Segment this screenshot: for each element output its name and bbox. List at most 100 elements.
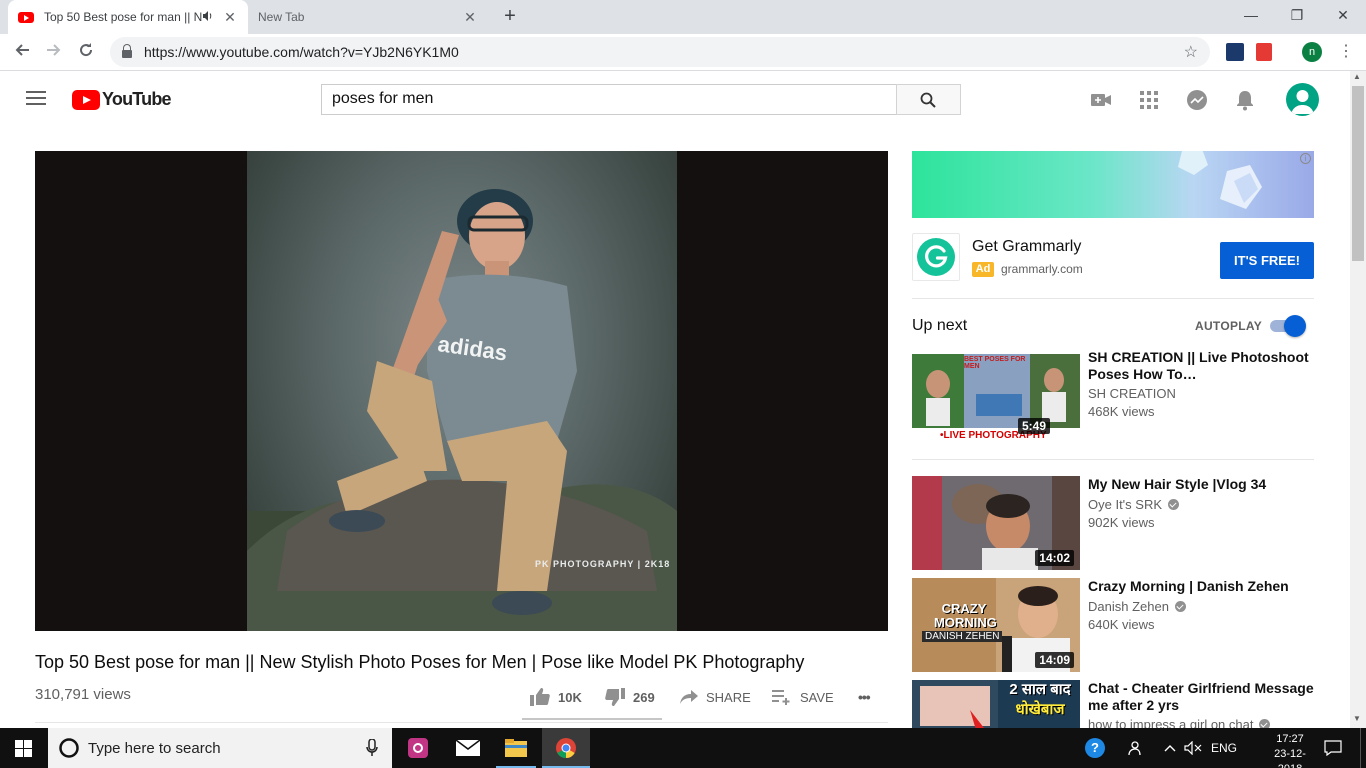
share-arrow-icon [680,690,698,704]
share-button[interactable]: SHARE [680,687,751,707]
grammarly-g-icon [917,238,955,276]
chevron-up-icon[interactable] [1160,728,1180,768]
video-title: Top 50 Best pose for man || New Stylish … [35,652,805,672]
volume-muted-icon[interactable] [1182,728,1204,768]
recommended-video[interactable]: CRAZY MORNING DANISH ZEHEN 14:09 Crazy M… [912,578,1314,672]
bookmark-star-icon[interactable]: ☆ [1184,42,1198,62]
apps-grid-icon[interactable] [1138,89,1160,111]
channel-name[interactable]: Danish Zehen [1088,599,1186,614]
autoplay-toggle-knob[interactable] [1284,315,1306,337]
recommended-video[interactable]: BEST POSES FOR MEN •LIVE PHOTOGRAPHY 5:4… [912,349,1314,448]
url-text: https://www.youtube.com/watch?v=YJb2N6YK… [144,44,459,60]
instagram-app-icon[interactable] [394,728,442,768]
scroll-down-arrow-icon[interactable]: ▼ [1353,714,1361,723]
autoplay-label: AUTOPLAY [1195,319,1263,333]
people-icon[interactable] [1122,728,1146,768]
ad-title[interactable]: Get Grammarly [972,238,1081,256]
ad-cta-button[interactable]: IT'S FREE! [1220,242,1314,279]
grammarly-logo[interactable] [912,233,960,281]
show-desktop-button[interactable] [1360,728,1366,768]
minimize-button[interactable]: — [1228,0,1274,30]
restore-button[interactable]: ❐ [1274,0,1320,30]
clock-date: 23-12-2018 [1274,748,1306,768]
video-duration: 14:09 [1035,652,1074,668]
verified-check-icon [1174,601,1186,612]
video-thumbnail[interactable]: 14:02 [912,476,1080,570]
view-count: 310,791 views [35,686,131,703]
video-title[interactable]: Crazy Morning | Danish Zehen [1088,578,1314,595]
speaker-icon[interactable] [202,10,214,25]
tab-new-tab[interactable]: New Tab ✕ [248,0,488,34]
notifications-bell-icon[interactable] [1234,89,1256,111]
video-watermark: PK PHOTOGRAPHY | 2K18 [535,559,671,569]
ad-banner-image[interactable] [912,151,1314,218]
ad-info-icon[interactable]: i [1300,153,1311,164]
video-title[interactable]: Chat - Cheater Girlfriend Message me aft… [1088,680,1314,714]
profile-avatar[interactable]: n [1302,42,1322,62]
pdf-extension-icon[interactable] [1256,43,1272,61]
address-bar[interactable]: https://www.youtube.com/watch?v=YJb2N6YK… [110,37,1210,67]
video-thumbnail[interactable]: 2 साल बाद धोखेबाज [912,680,1080,728]
tab-close-icon[interactable]: ✕ [222,9,238,26]
channel-name[interactable]: SH CREATION [1088,386,1176,401]
divider [912,298,1314,299]
hamburger-menu-icon[interactable] [26,91,46,107]
video-player[interactable]: adidas PK PHOTOGRAPHY | 2K18 [35,151,888,631]
taskbar-search-placeholder: Type here to search [88,739,221,757]
save-button[interactable]: SAVE [772,687,834,707]
like-count: 10K [558,689,582,705]
browser-tab-strip: Top 50 Best pose for man || N ✕ New Tab … [0,0,1366,34]
tab-youtube-video[interactable]: Top 50 Best pose for man || N ✕ [8,0,248,34]
youtube-favicon-icon [18,11,34,23]
reload-icon[interactable] [72,38,100,66]
youtube-logo[interactable]: YouTube [72,89,172,110]
input-language-indicator[interactable]: ENG [1208,728,1240,768]
scrollbar-thumb[interactable] [1352,86,1364,261]
notifications-center-icon[interactable] [1320,728,1346,768]
chrome-menu-icon[interactable]: ⋮ [1338,41,1354,61]
sentiment-bar [522,718,662,720]
ad-badge: Ad [972,262,994,277]
chrome-app-icon[interactable] [542,728,590,768]
microphone-icon[interactable] [366,739,378,757]
video-duration: 14:02 [1035,550,1074,566]
like-button[interactable]: 10K [530,687,582,707]
tab-close-icon[interactable]: ✕ [462,9,478,26]
recommended-video[interactable]: 2 साल बाद धोखेबाज Chat - Cheater Girlfri… [912,680,1314,728]
forward-arrow-icon[interactable] [40,38,68,66]
search-input[interactable]: poses for men [321,84,897,115]
video-thumbnail[interactable]: CRAZY MORNING DANISH ZEHEN 14:09 [912,578,1080,672]
video-duration: 5:49 [1017,418,1050,434]
back-arrow-icon[interactable] [8,38,36,66]
ad-banner-graphic [1178,151,1262,209]
browser-toolbar: https://www.youtube.com/watch?v=YJb2N6YK… [0,34,1366,71]
account-avatar[interactable] [1286,83,1319,116]
youtube-play-icon [72,89,100,110]
search-button[interactable] [896,84,961,115]
clapperboard-extension-icon[interactable] [1226,43,1244,61]
create-video-icon[interactable] [1090,89,1112,111]
lock-icon[interactable] [122,44,132,58]
new-tab-button[interactable]: + [498,4,522,28]
file-explorer-icon[interactable] [492,728,540,768]
divider [912,459,1314,460]
close-window-button[interactable]: ✕ [1320,0,1366,30]
recommended-video[interactable]: 14:02 My New Hair Style |Vlog 34 Oye It'… [912,476,1314,570]
youtube-masthead: YouTube poses for men [0,71,1350,127]
taskbar-search-box[interactable]: Type here to search [48,728,392,768]
taskbar-clock[interactable]: 17:27 23-12-2018 [1262,732,1318,768]
channel-name[interactable]: how to impress a girl on chat [1088,717,1271,728]
channel-name[interactable]: Oye It's SRK [1088,497,1180,512]
scroll-up-arrow-icon[interactable]: ▲ [1353,72,1361,81]
video-title[interactable]: My New Hair Style |Vlog 34 [1088,476,1314,493]
search-icon [920,92,936,108]
windows-start-button[interactable] [0,728,48,768]
video-thumbnail[interactable]: BEST POSES FOR MEN •LIVE PHOTOGRAPHY 5:4… [912,354,1080,442]
dislike-button[interactable]: 269 [605,687,655,707]
help-icon[interactable]: ? [1082,728,1108,768]
more-actions-icon[interactable]: ••• [858,687,871,707]
mail-app-icon[interactable] [444,728,492,768]
messages-icon[interactable] [1186,89,1208,111]
video-title[interactable]: SH CREATION || Live Photoshoot Poses How… [1088,349,1314,383]
view-count: 468K views [1088,404,1155,419]
